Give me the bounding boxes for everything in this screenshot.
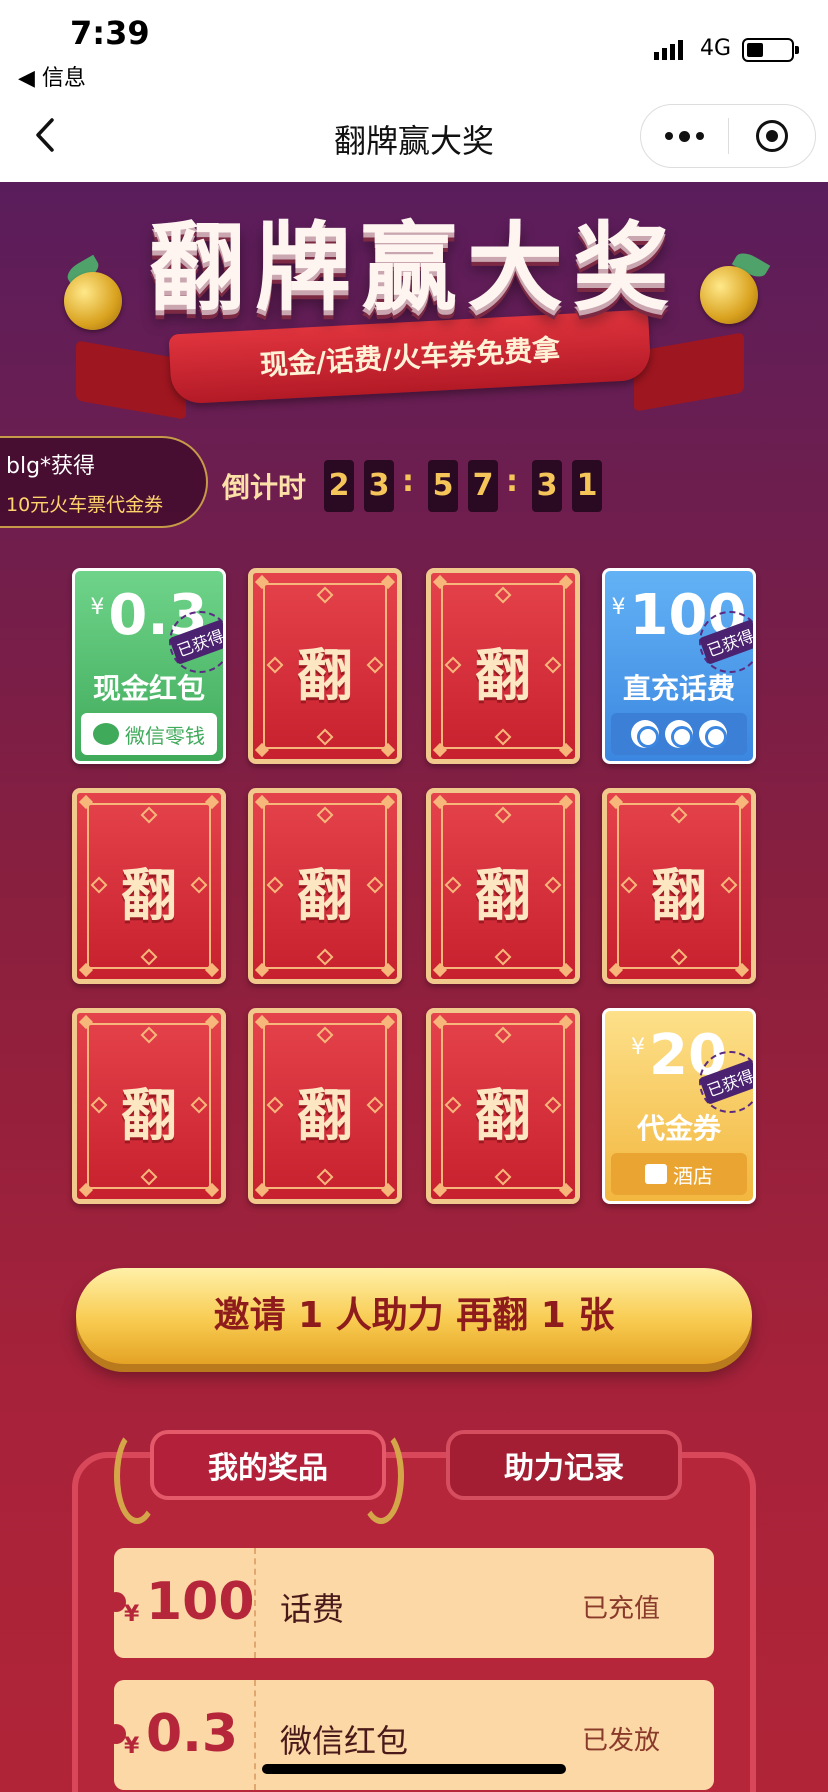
- close-miniprogram-button[interactable]: [729, 104, 815, 168]
- miniprogram-capsule: [640, 104, 816, 168]
- prize-list-status: 已充值: [581, 1594, 660, 1624]
- banner-title: 翻牌赢大奖: [149, 212, 679, 324]
- main-content: 翻牌赢大奖 现金/话费/火车券免费拿 blg*获得 10元火车票代金券 倒计时 …: [0, 182, 828, 1792]
- prize-footer: 酒店: [611, 1153, 747, 1195]
- battery-icon: [742, 38, 799, 62]
- back-to-app-link[interactable]: ◀ 信息: [18, 60, 86, 92]
- prize-card-cash[interactable]: ¥0.3 现金红包 微信零钱 已获得: [72, 568, 226, 764]
- flip-label: 翻: [297, 864, 353, 929]
- flip-label: 翻: [475, 644, 531, 709]
- countdown-digit: 3: [364, 460, 394, 512]
- prize-list-status: 已发放: [581, 1726, 660, 1756]
- prize-list-name: 话费: [280, 1590, 345, 1628]
- flip-label: 翻: [651, 864, 707, 929]
- flip-card[interactable]: 翻: [72, 788, 226, 984]
- countdown-colon: :: [506, 464, 518, 499]
- countdown-digit: 3: [532, 460, 562, 512]
- home-indicator[interactable]: [262, 1764, 566, 1774]
- winner-prize: 10元火车票代金券: [6, 494, 164, 516]
- prize-footer: [611, 713, 747, 755]
- flip-card[interactable]: 翻: [426, 568, 580, 764]
- countdown-digit: 5: [428, 460, 458, 512]
- flip-label: 翻: [297, 644, 353, 709]
- china-telecom-icon: [699, 720, 727, 748]
- prize-list-amount: 0.3: [146, 1704, 239, 1764]
- prize-list-item: ¥ 100 话费 已充值: [106, 1548, 714, 1658]
- status-time: 7:39: [70, 14, 150, 52]
- wechat-icon: [93, 723, 119, 745]
- china-unicom-icon: [665, 720, 693, 748]
- winner-user: blg*获得: [6, 454, 96, 479]
- nav-bar: 翻牌赢大奖: [0, 90, 828, 182]
- flip-label: 翻: [297, 1084, 353, 1149]
- countdown-digit: 1: [572, 460, 602, 512]
- flip-card[interactable]: 翻: [72, 1008, 226, 1204]
- countdown-digit: 7: [468, 460, 498, 512]
- flip-card[interactable]: 翻: [602, 788, 756, 984]
- target-icon: [755, 120, 788, 152]
- prize-footer: 微信零钱: [81, 713, 217, 755]
- flip-card[interactable]: 翻: [248, 1008, 402, 1204]
- china-mobile-icon: [631, 720, 659, 748]
- flip-label: 翻: [121, 1084, 177, 1149]
- tab-help-records[interactable]: 助力记录: [446, 1430, 682, 1500]
- prize-list-amount: 100: [146, 1572, 255, 1632]
- flip-label: 翻: [121, 864, 177, 929]
- tab-my-prizes[interactable]: 我的奖品: [150, 1430, 386, 1500]
- flip-card[interactable]: 翻: [426, 1008, 580, 1204]
- prize-card-voucher[interactable]: ¥20 代金券 酒店 已获得: [602, 1008, 756, 1204]
- ribbon-tail: [634, 332, 744, 412]
- prize-list-name: 微信红包: [280, 1722, 409, 1760]
- countdown-digit: 2: [324, 460, 354, 512]
- flip-label: 翻: [475, 1084, 531, 1149]
- flip-label: 翻: [475, 864, 531, 929]
- prize-card-phone[interactable]: ¥100 直充话费 已获得: [602, 568, 756, 764]
- banner: 翻牌赢大奖 现金/话费/火车券免费拿: [0, 182, 828, 420]
- flip-card[interactable]: 翻: [248, 568, 402, 764]
- flip-card[interactable]: 翻: [248, 788, 402, 984]
- countdown-label: 倒计时: [222, 471, 307, 504]
- countdown-colon: :: [402, 464, 414, 499]
- hotel-icon: [645, 1164, 667, 1184]
- more-button[interactable]: [641, 104, 728, 168]
- status-bar: 7:39 ◀ 信息 4G: [0, 0, 828, 92]
- flip-card[interactable]: 翻: [426, 788, 580, 984]
- winner-notice: blg*获得 10元火车票代金券: [0, 436, 208, 528]
- invite-help-button[interactable]: 邀请 1 人助力 再翻 1 张: [76, 1268, 752, 1364]
- network-type: 4G: [700, 36, 732, 61]
- signal-icon: [654, 40, 683, 60]
